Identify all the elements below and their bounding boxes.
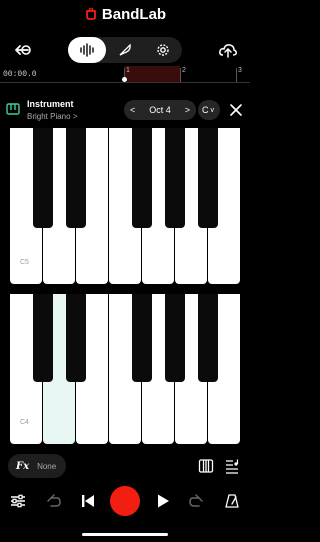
instrument-preset[interactable]: Bright Piano > [27, 112, 78, 121]
metronome-button[interactable] [222, 484, 242, 518]
ruler-tick [236, 68, 237, 82]
close-icon[interactable] [228, 102, 244, 118]
tab-settings[interactable] [144, 37, 182, 63]
piano-keyboard-lower: C4 [10, 294, 242, 444]
black-key[interactable] [165, 128, 185, 228]
fx-value: None [37, 461, 57, 471]
sliders-icon [11, 494, 25, 508]
octave-prev-button[interactable]: < [130, 105, 135, 115]
chevron-down-icon: v [210, 106, 215, 114]
waveform-icon [80, 43, 94, 57]
ruler-baseline [0, 82, 250, 83]
black-key[interactable] [198, 294, 218, 382]
gear-icon [157, 44, 169, 56]
key-label: C5 [20, 259, 29, 266]
cloud-upload-icon[interactable] [218, 40, 238, 60]
fx-row: Fx None [0, 454, 250, 478]
black-key[interactable] [132, 294, 152, 382]
tab-edit[interactable] [106, 37, 144, 63]
quill-icon [119, 43, 131, 56]
timeline-ruler[interactable]: 00:00.0 1 2 3 [0, 66, 250, 84]
piano-icon [6, 103, 20, 115]
black-key[interactable] [165, 294, 185, 382]
record-button[interactable] [110, 486, 140, 516]
home-indicator[interactable] [82, 533, 168, 536]
black-key[interactable] [33, 294, 53, 382]
octave-next-button[interactable]: > [185, 105, 190, 115]
preset-name: Bright Piano [27, 112, 71, 121]
key-value: C [202, 105, 209, 115]
recording-region[interactable] [124, 66, 180, 82]
time-readout: 00:00.0 [3, 70, 37, 79]
preset-chevron: > [72, 112, 78, 121]
metronome-icon [225, 494, 239, 508]
fx-button[interactable]: Fx None [8, 454, 66, 478]
key-label: C4 [20, 419, 29, 426]
brand-header: BandLab [0, 0, 250, 28]
black-key[interactable] [66, 294, 86, 382]
undo-arrow-icon[interactable] [12, 40, 32, 60]
transport-bar [0, 484, 250, 518]
octave-value: Oct 4 [149, 105, 171, 115]
mode-switcher [68, 37, 182, 63]
black-key[interactable] [66, 128, 86, 228]
skip-to-start-icon [82, 495, 94, 507]
instrument-title: Instrument [27, 99, 74, 109]
undo-button[interactable] [44, 484, 64, 518]
skip-to-start-button[interactable] [78, 484, 98, 518]
mixer-button[interactable] [8, 484, 28, 518]
black-key[interactable] [33, 128, 53, 228]
ruler-label: 1 [126, 67, 130, 74]
bandlab-logo-icon [86, 7, 96, 20]
piano-keys-icon[interactable] [198, 458, 214, 474]
key-selector[interactable]: C v [198, 100, 220, 120]
octave-selector: < Oct 4 > [124, 100, 196, 120]
black-key[interactable] [132, 128, 152, 228]
piano-keyboard-upper: C5 [10, 128, 242, 284]
tab-audio[interactable] [68, 37, 106, 63]
brand-name: BandLab [101, 5, 167, 23]
fx-label: Fx [16, 460, 30, 472]
undo-icon [47, 494, 61, 507]
play-button[interactable] [153, 484, 173, 518]
play-icon [158, 494, 169, 508]
ruler-tick [180, 68, 181, 82]
ruler-label: 2 [182, 67, 186, 74]
redo-button[interactable] [186, 484, 206, 518]
redo-icon [189, 494, 203, 507]
music-notes-icon[interactable] [224, 458, 240, 474]
ruler-label: 3 [238, 67, 242, 74]
instrument-bar: Instrument Bright Piano > < Oct 4 > C v [0, 92, 250, 128]
black-key[interactable] [198, 128, 218, 228]
top-toolbar [0, 34, 250, 66]
